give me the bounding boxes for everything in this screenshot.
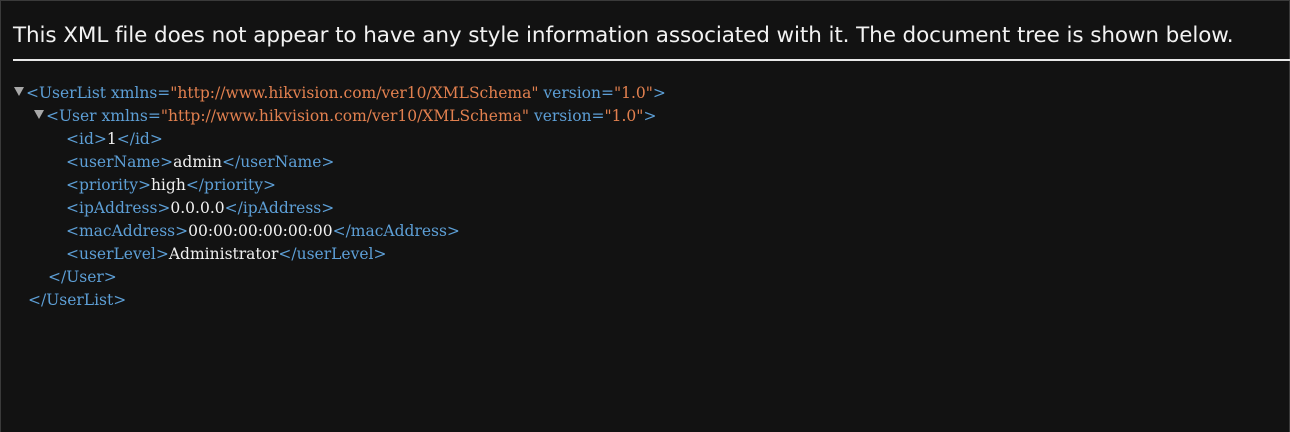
field-userlevel-line: <userLevel>Administrator</userLevel> bbox=[1, 243, 1290, 266]
userlist-open-line: <UserList xmlns="http://www.hikvision.co… bbox=[1, 82, 1290, 105]
field-value: 00:00:00:00:00:00 bbox=[188, 222, 333, 240]
tag-name: <UserList bbox=[26, 84, 107, 102]
tag-open: <userLevel> bbox=[66, 245, 169, 263]
attribute-value: "http://www.hikvision.com/ver10/XMLSchem… bbox=[160, 107, 530, 125]
user-close-tag: </User> bbox=[48, 266, 117, 289]
field-value: admin bbox=[173, 153, 222, 171]
tag-close: </UserList> bbox=[28, 291, 127, 309]
tag-open: <ipAddress> bbox=[66, 199, 171, 217]
field-username: <userName>admin</userName> bbox=[66, 151, 334, 174]
userlist-open-tag: <UserList xmlns="http://www.hikvision.co… bbox=[26, 82, 666, 105]
field-value: 1 bbox=[106, 130, 117, 148]
attribute-name: version= bbox=[529, 107, 605, 125]
collapse-user-icon[interactable] bbox=[34, 110, 44, 119]
xml-viewer: This XML file does not appear to have an… bbox=[0, 0, 1290, 432]
field-priority: <priority>high</priority> bbox=[66, 174, 276, 197]
tag-bracket: > bbox=[643, 107, 657, 125]
tag-close: </priority> bbox=[185, 176, 276, 194]
field-ipaddress: <ipAddress>0.0.0.0</ipAddress> bbox=[66, 197, 334, 220]
xml-info-banner: This XML file does not appear to have an… bbox=[13, 21, 1290, 61]
field-macaddress: <macAddress>00:00:00:00:00:00</macAddres… bbox=[66, 220, 460, 243]
tag-open: <userName> bbox=[66, 153, 174, 171]
field-id-line: <id>1</id> bbox=[1, 128, 1290, 151]
tag-open: <macAddress> bbox=[66, 222, 189, 240]
userlist-close-line: </UserList> bbox=[1, 289, 1290, 312]
user-open-tag: <User xmlns="http://www.hikvision.com/ve… bbox=[46, 105, 656, 128]
tag-bracket: > bbox=[652, 84, 666, 102]
tag-close: </userName> bbox=[221, 153, 335, 171]
tag-open: <priority> bbox=[66, 176, 151, 194]
tag-name: <User bbox=[46, 107, 97, 125]
attribute-name: version= bbox=[538, 84, 614, 102]
field-value: 0.0.0.0 bbox=[170, 199, 225, 217]
user-open-line: <User xmlns="http://www.hikvision.com/ve… bbox=[1, 105, 1290, 128]
field-macaddress-line: <macAddress>00:00:00:00:00:00</macAddres… bbox=[1, 220, 1290, 243]
tag-close: </macAddress> bbox=[332, 222, 460, 240]
attribute-value: "1.0" bbox=[604, 107, 644, 125]
tag-close: </userLevel> bbox=[278, 245, 387, 263]
attribute-value: "1.0" bbox=[613, 84, 653, 102]
tag-open: <id> bbox=[66, 130, 107, 148]
tag-close: </ipAddress> bbox=[224, 199, 335, 217]
field-username-line: <userName>admin</userName> bbox=[1, 151, 1290, 174]
user-close-line: </User> bbox=[1, 266, 1290, 289]
field-value: Administrator bbox=[168, 245, 279, 263]
field-ipaddress-line: <ipAddress>0.0.0.0</ipAddress> bbox=[1, 197, 1290, 220]
collapse-userlist-icon[interactable] bbox=[14, 87, 24, 96]
field-priority-line: <priority>high</priority> bbox=[1, 174, 1290, 197]
field-userlevel: <userLevel>Administrator</userLevel> bbox=[66, 243, 386, 266]
attribute-value: "http://www.hikvision.com/ver10/XMLSchem… bbox=[170, 84, 539, 102]
field-id: <id>1</id> bbox=[66, 128, 163, 151]
attribute-name: xmlns= bbox=[106, 84, 171, 102]
tag-close: </User> bbox=[48, 268, 117, 286]
document-tree: <UserList xmlns="http://www.hikvision.co… bbox=[1, 82, 1290, 312]
userlist-close-tag: </UserList> bbox=[28, 289, 126, 312]
attribute-name: xmlns= bbox=[96, 107, 161, 125]
info-message: This XML file does not appear to have an… bbox=[13, 23, 1234, 48]
field-value: high bbox=[150, 176, 186, 194]
tag-close: </id> bbox=[116, 130, 163, 148]
